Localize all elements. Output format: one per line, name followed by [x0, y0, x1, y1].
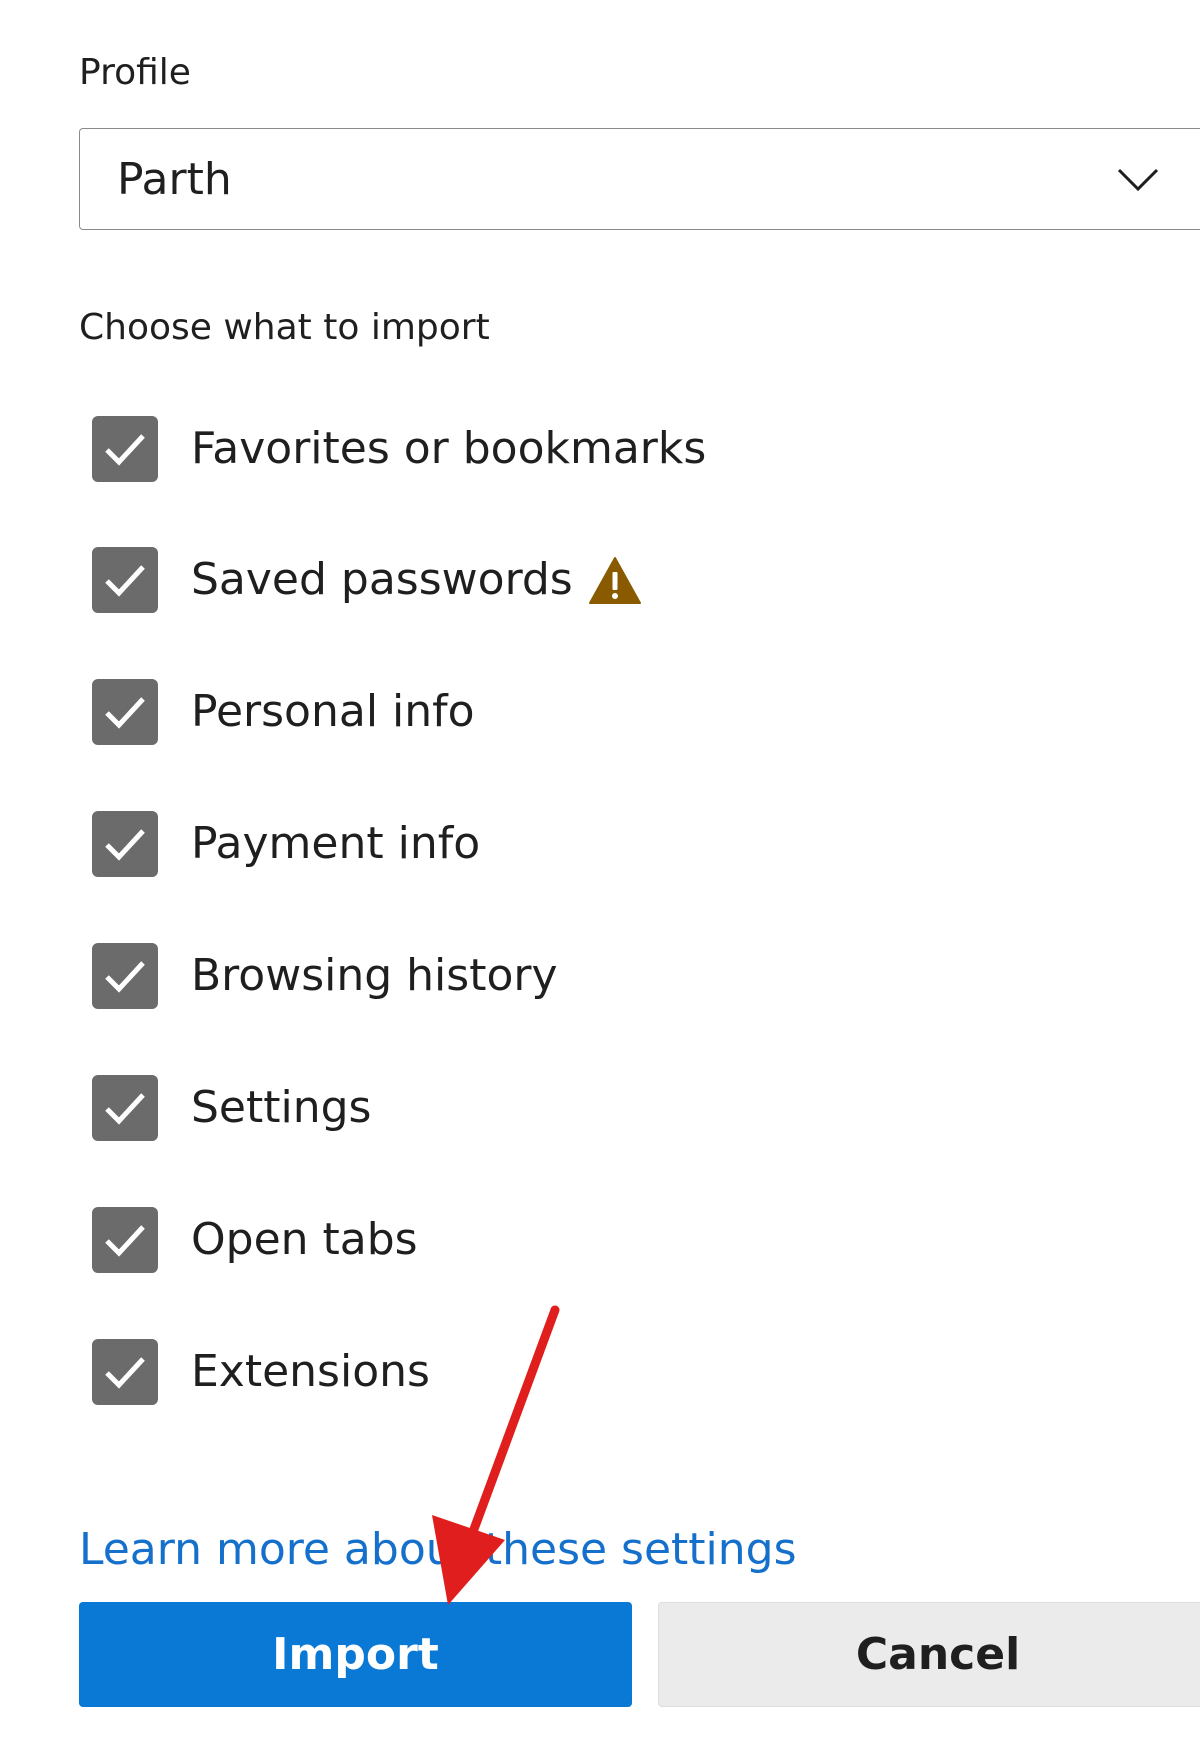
checkbox-favorites[interactable]	[92, 416, 158, 482]
checkmark-icon	[105, 1093, 145, 1125]
warning-triangle-icon[interactable]	[588, 556, 642, 606]
option-label-extensions: Extensions	[191, 1346, 430, 1397]
checkmark-icon	[105, 434, 145, 466]
import-section-label: Choose what to import	[79, 307, 490, 348]
annotation-arrow-icon	[432, 1305, 560, 1605]
profile-dropdown-value: Parth	[117, 154, 232, 205]
chevron-down-icon	[1117, 168, 1159, 192]
checkbox-saved-passwords[interactable]	[92, 547, 158, 613]
checkbox-personal-info[interactable]	[92, 679, 158, 745]
profile-dropdown[interactable]: Parth	[79, 128, 1200, 230]
import-button[interactable]: Import	[79, 1602, 632, 1707]
checkmark-icon	[105, 1225, 145, 1257]
learn-more-link[interactable]: Learn more about these settings	[79, 1520, 797, 1580]
option-label-saved-passwords: Saved passwords	[191, 554, 573, 605]
checkmark-icon	[105, 697, 145, 729]
checkmark-icon	[105, 565, 145, 597]
cancel-button[interactable]: Cancel	[658, 1602, 1200, 1707]
checkmark-icon	[105, 1357, 145, 1389]
option-label-payment-info: Payment info	[191, 818, 481, 869]
checkbox-extensions[interactable]	[92, 1339, 158, 1405]
checkbox-payment-info[interactable]	[92, 811, 158, 877]
option-label-open-tabs: Open tabs	[191, 1214, 418, 1265]
checkmark-icon	[105, 829, 145, 861]
option-label-browsing-history: Browsing history	[191, 950, 558, 1001]
checkbox-browsing-history[interactable]	[92, 943, 158, 1009]
option-label-settings: Settings	[191, 1082, 372, 1133]
checkmark-icon	[105, 961, 145, 993]
profile-label: Profile	[79, 52, 191, 93]
option-label-personal-info: Personal info	[191, 686, 475, 737]
checkbox-open-tabs[interactable]	[92, 1207, 158, 1273]
checkbox-settings[interactable]	[92, 1075, 158, 1141]
option-label-favorites: Favorites or bookmarks	[191, 423, 707, 474]
